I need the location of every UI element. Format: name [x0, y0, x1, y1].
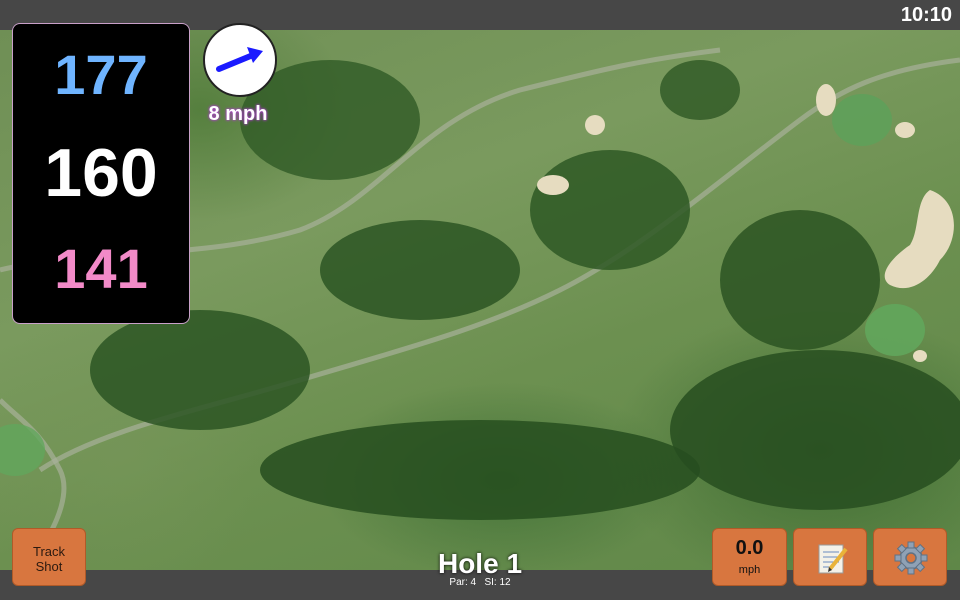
back-distance: 177	[54, 43, 148, 106]
settings-button[interactable]	[873, 528, 947, 586]
speed-button[interactable]: 0.0 mph	[712, 528, 787, 586]
speed-value: 0.0	[735, 537, 764, 559]
wind-indicator	[203, 23, 277, 97]
stroke-index-label: SI: 12	[484, 577, 511, 588]
yardage-panel: 177 160 141	[12, 23, 190, 324]
front-distance: 141	[54, 237, 148, 300]
track-shot-button[interactable]: Track Shot	[12, 528, 86, 586]
hole-info: Par: 4 SI: 12	[420, 577, 540, 588]
speed-unit: mph	[738, 564, 761, 576]
middle-distance: 160	[44, 135, 158, 211]
par-label: Par: 4	[449, 577, 477, 588]
wind-speed: 8 mph	[208, 103, 268, 125]
track-shot-label: Track Shot	[32, 544, 66, 574]
hole-title: Hole 1	[437, 548, 523, 579]
clock: 10:10	[900, 4, 952, 26]
notes-button[interactable]	[793, 528, 867, 586]
arrow-icon	[216, 47, 263, 72]
gear-icon	[894, 541, 928, 575]
notepad-icon	[818, 544, 848, 574]
